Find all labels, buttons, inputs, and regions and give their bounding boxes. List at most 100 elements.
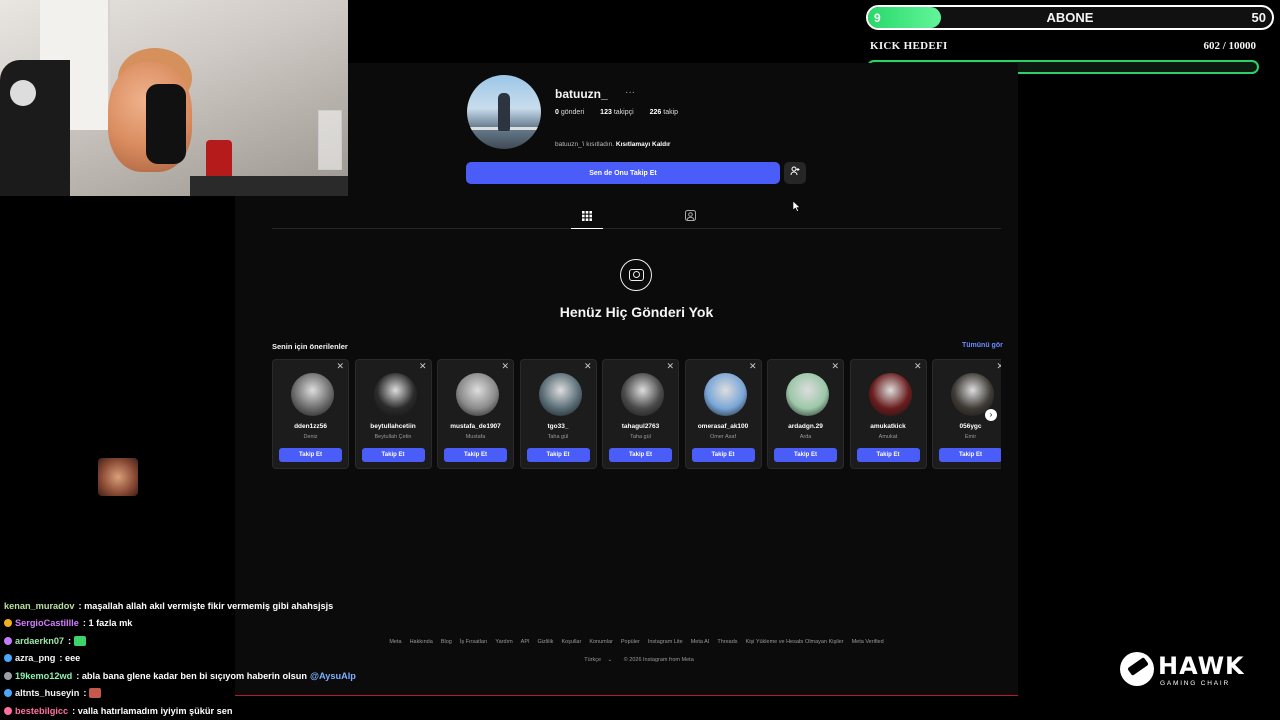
chat-username[interactable]: kenan_muradov xyxy=(4,601,74,611)
follow-button[interactable]: Takip Et xyxy=(856,448,920,462)
unrestrict-link[interactable]: Kısıtlamayı Kaldır xyxy=(616,141,671,148)
dismiss-icon[interactable]: ✕ xyxy=(501,361,509,372)
profile-tabs xyxy=(272,203,1001,229)
see-all-link[interactable]: Tümünü gör xyxy=(962,342,1003,349)
suggestion-card[interactable]: ✕ omerasaf_ak100 Ömer Asaf Takip Et xyxy=(684,359,762,469)
kick-goal-title: KICK HEDEFI xyxy=(870,40,948,52)
suggestion-username[interactable]: ardadgn.29 xyxy=(768,423,843,430)
follow-button[interactable]: Takip Et xyxy=(774,448,837,462)
chat-username[interactable]: azra_png xyxy=(15,653,55,663)
tab-tagged[interactable] xyxy=(674,203,706,229)
suggestion-avatar[interactable] xyxy=(291,373,334,416)
stream-chat: kenan_muradov: maşallah allah akıl vermi… xyxy=(4,597,544,720)
suggestion-card[interactable]: ✕ dden1zz56 Deniz Takip Et xyxy=(272,359,349,469)
suggestion-card[interactable]: ✕ amukatkick Amukat Takip Et xyxy=(849,359,927,469)
footer-link[interactable]: Koşullar xyxy=(561,639,581,645)
suggestion-username[interactable]: 056ygc xyxy=(933,423,1001,430)
dismiss-icon[interactable]: ✕ xyxy=(584,361,592,372)
chat-text: : 1 fazla mk xyxy=(82,618,133,629)
avatar-person xyxy=(498,93,510,131)
suggestion-fullname: Arda xyxy=(799,434,812,440)
footer-link[interactable]: Popüler xyxy=(621,639,640,645)
suggestion-fullname: Taha gül xyxy=(630,434,651,440)
chat-message: azra_png: eee xyxy=(4,650,544,668)
suggestion-username[interactable]: omerasaf_ak100 xyxy=(686,423,761,430)
suggestion-card[interactable]: ✕ beytullahcetiin Beytullah Çetin Takip Et xyxy=(354,359,432,469)
chat-username[interactable]: 19kemo12wd xyxy=(15,671,72,681)
follow-button[interactable]: Takip Et xyxy=(939,448,1001,462)
suggestion-username[interactable]: beytullahcetiin xyxy=(356,423,431,430)
follow-button[interactable]: Takip Et xyxy=(444,448,507,462)
chat-username[interactable]: ardaerkn07 xyxy=(15,636,64,646)
footer-link[interactable]: Meta AI xyxy=(691,639,710,645)
kick-goal-count: 602 / 10000 xyxy=(1203,40,1256,52)
follow-button[interactable]: Takip Et xyxy=(691,448,755,462)
dismiss-icon[interactable]: ✕ xyxy=(831,361,839,372)
suggestion-card[interactable]: ✕ mustafa_de1907 Mustafa Takip Et xyxy=(437,359,514,469)
footer-link[interactable]: Meta Verified xyxy=(852,639,884,645)
suggestion-avatar[interactable] xyxy=(868,373,912,416)
suggestion-username[interactable]: tahagul2763 xyxy=(603,423,678,430)
follow-button[interactable]: Takip Et xyxy=(279,448,342,462)
dismiss-icon[interactable]: ✕ xyxy=(749,361,757,372)
dismiss-icon[interactable]: ✕ xyxy=(996,361,1001,372)
language-selector[interactable]: Türkçe ⌄ xyxy=(579,657,612,663)
suggestion-avatar[interactable] xyxy=(373,373,417,416)
chat-username[interactable]: bestebilgicc xyxy=(15,706,68,716)
suggestion-fullname: Deniz xyxy=(303,434,318,440)
chat-text: : xyxy=(83,688,87,699)
laughing-emote-icon xyxy=(98,458,138,496)
suggestion-fullname: Emir xyxy=(964,434,977,440)
follow-button[interactable]: Takip Et xyxy=(361,448,425,462)
suggestion-card[interactable]: ✕ tahagul2763 Taha gül Takip Et xyxy=(602,359,679,469)
suggestion-avatar[interactable] xyxy=(786,373,829,416)
footer-link[interactable]: Kişi Yükleme ve Hesabı Olmayan Kişiler xyxy=(746,639,844,645)
follow-button[interactable]: Takip Et xyxy=(526,448,590,462)
suggestion-avatar[interactable] xyxy=(621,373,664,416)
footer-link[interactable]: Instagram Lite xyxy=(648,639,683,645)
suggestion-username[interactable]: mustafa_de1907 xyxy=(438,423,513,430)
chat-mention[interactable]: @AysuAlp xyxy=(310,671,356,681)
stat-posts: 0 gönderi xyxy=(555,109,585,116)
suggestion-username[interactable]: amukatkick xyxy=(851,423,926,430)
suggestion-card[interactable]: ✕ tgo33_ Taha gül Takip Et xyxy=(519,359,597,469)
chat-username[interactable]: SergioCastillle xyxy=(15,618,79,628)
suggestion-avatar[interactable] xyxy=(538,373,582,416)
chat-message: ardaerkn07: xyxy=(4,632,544,650)
restrict-notice: batuuzn_'i kısıtladın. Kısıtlamayı Kaldı… xyxy=(555,141,671,148)
profile-avatar[interactable] xyxy=(467,75,541,149)
dismiss-icon[interactable]: ✕ xyxy=(336,361,344,372)
chat-message: bestebilgicc : valla hatırlamadım iyiyim … xyxy=(4,702,544,720)
tab-posts[interactable] xyxy=(571,203,603,229)
stat-followers[interactable]: 123 takipçi xyxy=(600,109,640,116)
footer-link[interactable]: Konumlar xyxy=(589,639,613,645)
suggestion-fullname: Ömer Asaf xyxy=(710,434,736,440)
chat-badge-icon xyxy=(4,619,12,628)
suggestion-username[interactable]: dden1zz56 xyxy=(273,423,348,430)
suggestion-username[interactable]: tgo33_ xyxy=(521,423,596,430)
dismiss-icon[interactable]: ✕ xyxy=(419,361,427,372)
chat-badge-icon xyxy=(4,706,12,715)
chat-username[interactable]: altnts_huseyin xyxy=(15,688,79,698)
footer-link[interactable]: Threads xyxy=(717,639,737,645)
abone-goal-bar: 9 ABONE 50 xyxy=(866,5,1274,30)
chat-text: : valla hatırlamadım iyiyim şükür sen xyxy=(72,705,233,716)
brand-name: HAWK xyxy=(1158,652,1245,680)
suggestion-card[interactable]: ✕ ardadgn.29 Arda Takip Et xyxy=(767,359,844,469)
add-user-icon[interactable] xyxy=(784,162,806,184)
abone-label: ABONE xyxy=(1046,10,1094,25)
suggestion-avatar[interactable] xyxy=(703,373,747,416)
follow-button[interactable]: Takip Et xyxy=(609,448,672,462)
chat-message: kenan_muradov: maşallah allah akıl vermi… xyxy=(4,597,544,615)
stat-following[interactable]: 226 takip xyxy=(650,109,685,116)
next-arrow-icon[interactable]: › xyxy=(985,409,997,421)
suggestion-avatar[interactable] xyxy=(456,373,499,416)
more-options-icon[interactable]: ··· xyxy=(625,87,635,98)
dismiss-icon[interactable]: ✕ xyxy=(914,361,922,372)
grid-icon xyxy=(582,211,592,221)
follow-back-button[interactable]: Sen de Onu Takip Et xyxy=(466,162,780,184)
headset-icon xyxy=(146,84,186,164)
webcam-desk xyxy=(190,176,348,196)
dismiss-icon[interactable]: ✕ xyxy=(666,361,674,372)
webcam-feed xyxy=(0,0,348,196)
